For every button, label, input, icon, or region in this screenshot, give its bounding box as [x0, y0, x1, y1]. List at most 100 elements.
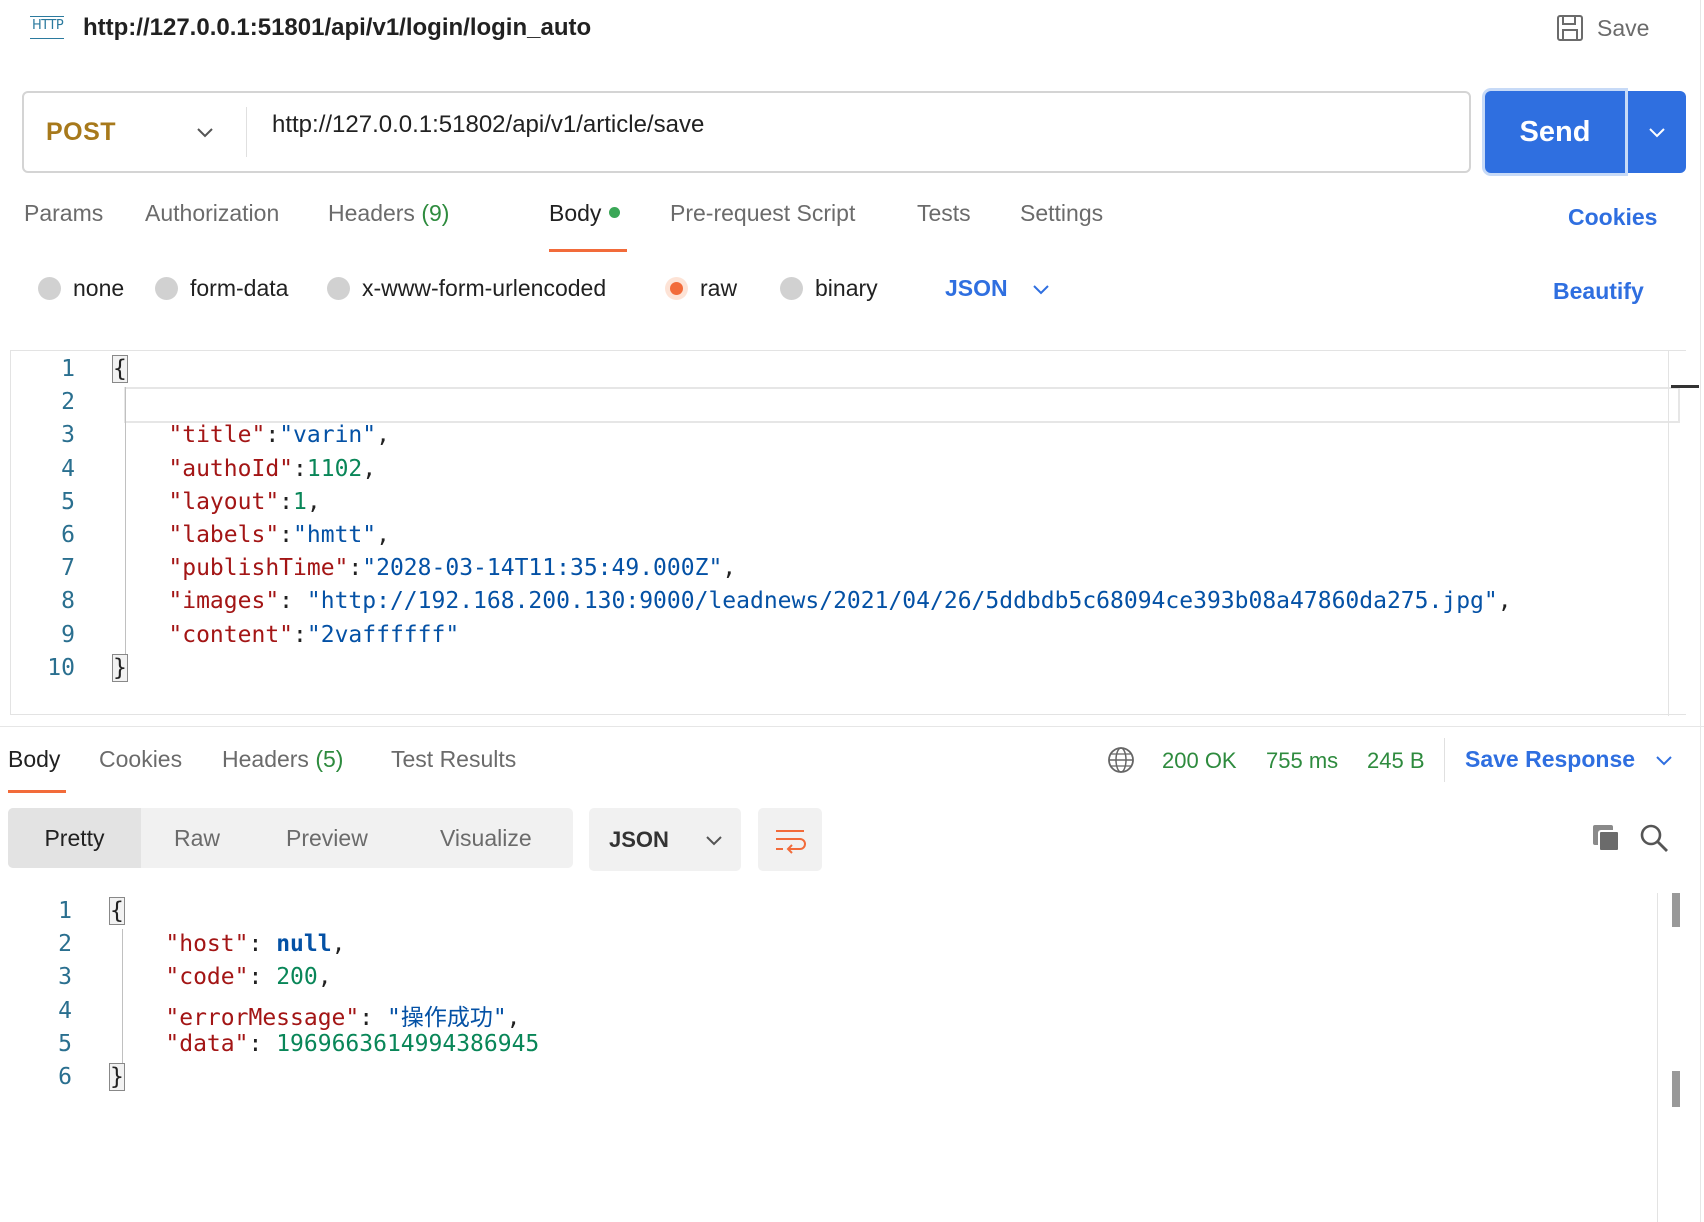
response-headers-count: (5) [315, 746, 344, 772]
tab-body[interactable]: Body [549, 200, 621, 227]
chevron-down-icon [1649, 128, 1665, 138]
code-line: 2 "host": null, [10, 926, 1686, 962]
url-input[interactable] [272, 111, 1422, 139]
code-text: "images": "http://192.168.200.130:9000/l… [113, 588, 1512, 615]
tab-params[interactable]: Params [24, 200, 103, 227]
tab-headers-label: Headers [328, 200, 415, 226]
code-line: 10} [11, 650, 1686, 686]
view-preview[interactable]: Preview [286, 808, 368, 868]
code-text: "publishTime":"2028-03-14T11:35:49.000Z"… [113, 555, 736, 581]
pane-divider[interactable] [0, 726, 1704, 727]
radio-label: binary [815, 275, 878, 301]
radio-button-checked [665, 277, 688, 300]
response-tab-headers[interactable]: Headers (5) [222, 746, 343, 773]
code-line: 4 "errorMessage": "操作成功", [10, 993, 1686, 1031]
code-line: 9 "content":"2vaffffff" [11, 617, 1686, 653]
tab-headers[interactable]: Headers (9) [328, 200, 449, 227]
search-icon[interactable] [1638, 822, 1670, 854]
code-line: 4 "authoId":1102, [11, 451, 1686, 487]
copy-icon[interactable] [1590, 822, 1622, 854]
code-line: 1{ [11, 351, 1686, 387]
window-edge [1700, 0, 1701, 1222]
response-size[interactable]: 245 B [1367, 748, 1425, 774]
response-tab-cookies[interactable]: Cookies [99, 746, 182, 773]
code-text: "authoId":1102, [113, 456, 376, 482]
response-tab-body[interactable]: Body [8, 746, 60, 773]
json-comma: , [331, 931, 346, 958]
line-number: 3 [61, 422, 75, 449]
send-button[interactable]: Send [1485, 91, 1625, 173]
radio-binary[interactable]: binary [780, 275, 878, 302]
view-raw[interactable]: Raw [174, 808, 220, 868]
response-format-select[interactable]: JSON [589, 808, 741, 871]
chevron-down-icon [706, 835, 722, 845]
json-value: 1102 [306, 455, 363, 482]
json-comma: , [1497, 588, 1512, 615]
json-key: "code" [165, 964, 249, 991]
json-value: 1969663614994386945 [276, 1030, 540, 1057]
code-line: 2 [11, 384, 1686, 420]
status-code[interactable]: 200 OK [1162, 748, 1237, 774]
tab-tests[interactable]: Tests [917, 200, 971, 227]
beautify-button[interactable]: Beautify [1553, 278, 1644, 305]
send-options-button[interactable] [1628, 91, 1686, 173]
line-number: 8 [61, 588, 75, 615]
code-line: 8 "images": "http://192.168.200.130:9000… [11, 583, 1686, 619]
body-format-label: JSON [945, 275, 1008, 301]
tab-pre-request-script[interactable]: Pre-request Script [670, 200, 855, 227]
json-comma: , [376, 522, 390, 548]
json-separator: : [279, 488, 294, 515]
radio-none[interactable]: none [38, 275, 124, 302]
code-line: 6 "labels":"hmtt", [11, 517, 1686, 553]
json-value: 200 [276, 964, 318, 991]
code-text: "title":"varin", [113, 422, 390, 448]
response-body-viewer[interactable]: 1{2 "host": null, 3 "code": 200, 4 "errorM… [10, 893, 1686, 1222]
json-key: "authoId" [168, 455, 294, 482]
radio-form-data[interactable]: form-data [155, 275, 288, 302]
line-number: 9 [61, 621, 75, 648]
brace-match: } [109, 1063, 125, 1091]
response-view-modes: Pretty Raw Preview Visualize [8, 808, 573, 868]
wrap-lines-icon [776, 829, 806, 854]
save-response-button[interactable]: Save Response [1465, 746, 1675, 773]
view-visualize[interactable]: Visualize [440, 808, 532, 868]
headers-count: (9) [421, 200, 450, 226]
tab-settings[interactable]: Settings [1020, 200, 1103, 227]
response-time[interactable]: 755 ms [1266, 748, 1338, 774]
method-select[interactable]: POST [46, 93, 116, 171]
brace-match: { [109, 897, 125, 925]
divider [1444, 738, 1445, 782]
code-line: 5 "layout":1, [11, 484, 1686, 520]
json-separator: : [248, 931, 277, 958]
view-pretty[interactable]: Pretty [8, 808, 141, 868]
status-dot [609, 207, 621, 219]
json-comma: , [317, 964, 332, 991]
line-number: 6 [58, 1064, 72, 1090]
title-bar: HTTP http://127.0.0.1:51801/api/v1/login… [0, 0, 1704, 60]
cookies-link[interactable]: Cookies [1568, 204, 1657, 231]
save-button[interactable]: Save [1555, 12, 1649, 44]
chevron-down-icon[interactable] [192, 119, 218, 145]
radio-x-www-form-urlencoded[interactable]: x-www-form-urlencoded [327, 275, 606, 302]
code-text: "content":"2vaffffff" [113, 622, 459, 648]
code-text: "labels":"hmtt", [113, 522, 390, 548]
save-response-label: Save Response [1465, 746, 1636, 772]
line-number: 7 [61, 555, 75, 582]
request-name[interactable]: http://127.0.0.1:51801/api/v1/login/logi… [83, 14, 591, 42]
request-body-editor[interactable]: 1{2 3 "title":"varin", 4 "authoId":1102, 5 … [10, 350, 1699, 716]
radio-label: form-data [190, 275, 289, 301]
wrap-lines-button[interactable] [758, 808, 822, 871]
brace-match: { [112, 355, 128, 383]
response-tab-test-results[interactable]: Test Results [391, 746, 516, 773]
json-separator: : [279, 588, 307, 615]
code-text: { [112, 355, 128, 383]
body-format-select[interactable]: JSON [945, 275, 1052, 302]
radio-raw[interactable]: raw [665, 275, 737, 302]
globe-icon[interactable] [1106, 745, 1136, 775]
divider [246, 107, 247, 157]
json-key: "publishTime" [168, 555, 349, 582]
json-value: "http://192.168.200.130:9000/leadnews/20… [306, 588, 1498, 615]
json-value: "hmtt" [293, 522, 377, 548]
code-text: { [109, 897, 125, 925]
tab-authorization[interactable]: Authorization [145, 200, 279, 227]
